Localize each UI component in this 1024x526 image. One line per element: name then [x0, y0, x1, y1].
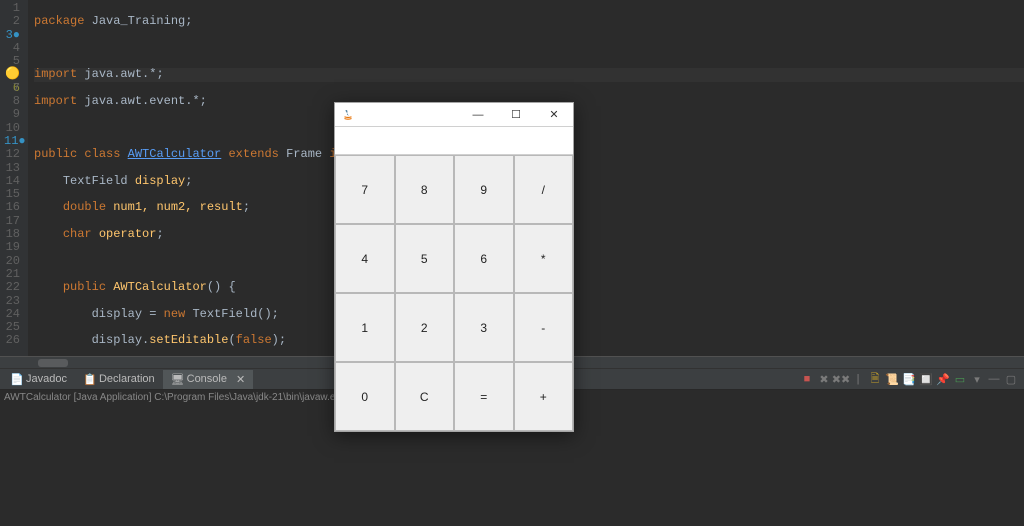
javadoc-icon: 📄	[10, 373, 22, 385]
line-num: 23	[4, 295, 20, 308]
line-num: 25	[4, 321, 20, 334]
calc-btn-2[interactable]: 2	[395, 293, 455, 362]
show-console-icon[interactable]: 🔲	[919, 372, 933, 386]
pin-console-icon[interactable]: 📌	[936, 372, 950, 386]
line-num: 2	[4, 15, 20, 28]
scrollbar-thumb[interactable]	[38, 359, 68, 367]
close-icon[interactable]: ✕	[236, 373, 245, 386]
line-num: 26	[4, 334, 20, 347]
calc-btn-c[interactable]: C	[395, 362, 455, 431]
line-num: 12	[4, 148, 20, 161]
calc-btn-sub[interactable]: -	[514, 293, 574, 362]
minimize-button[interactable]: —	[459, 103, 497, 126]
terminate-icon[interactable]: ■	[800, 372, 814, 386]
minimize-icon[interactable]: —	[987, 372, 1001, 386]
calc-btn-eq[interactable]: =	[454, 362, 514, 431]
remove-launches-icon[interactable]: ✖	[817, 372, 831, 386]
line-num: 24	[4, 308, 20, 321]
remove-all-icon[interactable]: ✖✖	[834, 372, 848, 386]
tab-console[interactable]: 🖥Console✕	[163, 370, 254, 389]
line-num: 1	[4, 2, 20, 15]
line-num: 19	[4, 241, 20, 254]
word-wrap-icon[interactable]: 📑	[902, 372, 916, 386]
calculator-display[interactable]	[335, 127, 573, 155]
line-num: 🟡6	[4, 68, 20, 81]
java-icon	[341, 108, 355, 122]
calc-btn-4[interactable]: 4	[335, 224, 395, 293]
maximize-button[interactable]: ☐	[497, 103, 535, 126]
calc-btn-5[interactable]: 5	[395, 224, 455, 293]
line-num: 17	[4, 215, 20, 228]
line-num: 16	[4, 201, 20, 214]
line-num: 13	[4, 162, 20, 175]
declaration-icon: 📋	[83, 373, 95, 385]
calc-btn-add[interactable]: +	[514, 362, 574, 431]
console-toolbar: ■ ✖ ✖✖ | 🗎 📜 📑 🔲 📌 ▭ ▾ — ▢	[800, 369, 1018, 389]
line-num: 10	[4, 122, 20, 135]
calc-btn-6[interactable]: 6	[454, 224, 514, 293]
line-num: 20	[4, 255, 20, 268]
console-icon: 🖥	[171, 373, 183, 385]
display-selected-icon[interactable]: ▾	[970, 372, 984, 386]
line-num: 21	[4, 268, 20, 281]
line-num: 9	[4, 108, 20, 121]
clear-console-icon[interactable]: 🗎	[868, 372, 882, 386]
calc-btn-8[interactable]: 8	[395, 155, 455, 224]
scroll-lock-icon[interactable]: 📜	[885, 372, 899, 386]
line-num: 15	[4, 188, 20, 201]
calc-btn-1[interactable]: 1	[335, 293, 395, 362]
calc-btn-7[interactable]: 7	[335, 155, 395, 224]
line-num: 3●	[4, 29, 20, 42]
line-num: 11●	[4, 135, 20, 148]
line-gutter: 1 2 3● 4 5 🟡6 7 8 9 10 11● 12 13 14 15 1…	[0, 0, 28, 356]
tab-declaration[interactable]: 📋Declaration	[75, 370, 163, 388]
calc-btn-0[interactable]: 0	[335, 362, 395, 431]
separator: |	[851, 372, 865, 386]
calc-btn-9[interactable]: 9	[454, 155, 514, 224]
calc-btn-3[interactable]: 3	[454, 293, 514, 362]
calc-btn-div[interactable]: /	[514, 155, 574, 224]
open-console-icon[interactable]: ▭	[953, 372, 967, 386]
tab-javadoc[interactable]: 📄Javadoc	[2, 370, 75, 388]
calculator-title-bar[interactable]: — ☐ ✕	[335, 103, 573, 127]
line-num: 8	[4, 95, 20, 108]
line-num: 22	[4, 281, 20, 294]
line-num: 4	[4, 42, 20, 55]
calculator-window[interactable]: — ☐ ✕ 7 8 9 / 4 5 6 * 1 2 3 - 0 C = +	[334, 102, 574, 432]
line-num: 18	[4, 228, 20, 241]
line-num: 7	[4, 82, 20, 95]
maximize-icon[interactable]: ▢	[1004, 372, 1018, 386]
close-button[interactable]: ✕	[535, 103, 573, 126]
calculator-button-grid: 7 8 9 / 4 5 6 * 1 2 3 - 0 C = +	[335, 155, 573, 431]
line-num: 14	[4, 175, 20, 188]
calc-btn-mul[interactable]: *	[514, 224, 574, 293]
